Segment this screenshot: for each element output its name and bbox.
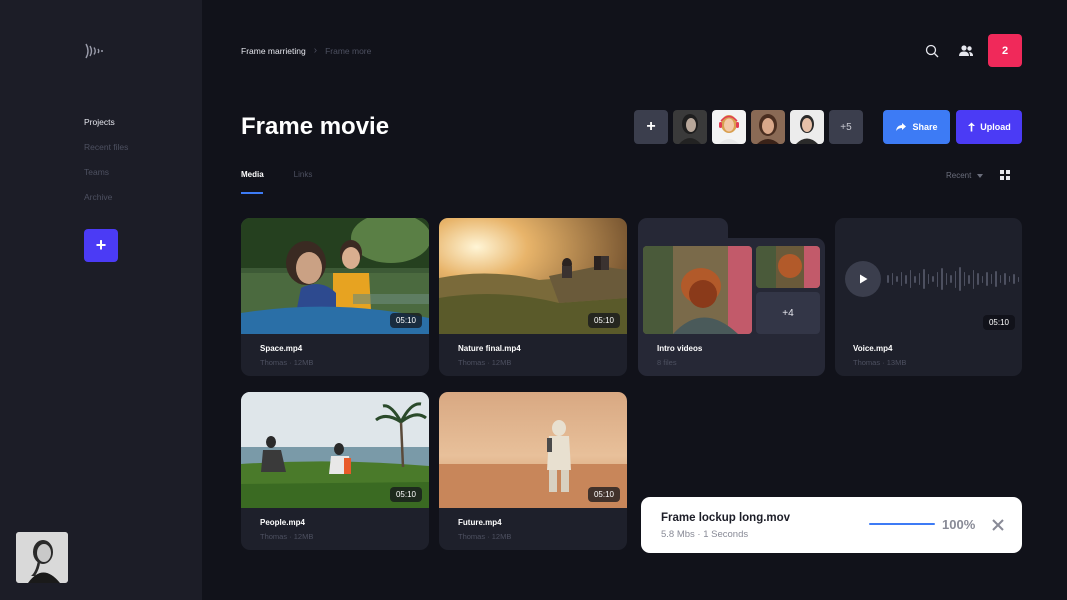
upload-filename: Frame lockup long.mov: [661, 512, 791, 524]
search-button[interactable]: [915, 34, 949, 67]
collaborator-avatar[interactable]: [673, 110, 707, 144]
folder-name: Intro videos: [657, 344, 703, 353]
audio-card[interactable]: 05:10 Voice.mp4 Thomas · 13MB: [835, 218, 1022, 376]
collaborator-avatar[interactable]: [712, 110, 746, 144]
grid-view-icon[interactable]: [1000, 170, 1010, 180]
add-collaborator-button[interactable]: +: [634, 110, 668, 144]
duration-badge: 05:10: [389, 313, 422, 328]
user-avatar[interactable]: [16, 532, 68, 583]
chevron-right-icon: ›: [313, 45, 318, 56]
folder-card[interactable]: +4 Intro videos 8 files: [638, 218, 825, 376]
breadcrumb-item[interactable]: Frame marrieting: [241, 46, 306, 56]
tab-links[interactable]: Links: [294, 170, 313, 194]
page-title: Frame movie: [241, 113, 390, 140]
play-button[interactable]: [845, 261, 881, 297]
media-meta: Thomas · 12MB: [458, 358, 512, 367]
video-thumbnail: 05:10: [439, 392, 627, 508]
media-name: Space.mp4: [260, 344, 303, 353]
folder-more-count: +4: [756, 292, 820, 334]
upload-label: Upload: [980, 122, 1011, 132]
media-meta: Thomas · 12MB: [260, 358, 314, 367]
media-card[interactable]: 05:10 Space.mp4 Thomas · 12MB: [241, 218, 429, 376]
header-actions: 2: [915, 34, 1022, 67]
media-name: Nature final.mp4: [458, 344, 521, 353]
collaborator-avatar[interactable]: [751, 110, 785, 144]
sidebar-nav: Projects Recent files Teams Archive: [84, 117, 128, 217]
media-meta: Thomas · 13MB: [853, 358, 907, 367]
sort-label: Recent: [946, 171, 972, 180]
more-collaborators-button[interactable]: +5: [829, 110, 863, 144]
users-button[interactable]: [949, 34, 983, 67]
collaborator-avatar[interactable]: [790, 110, 824, 144]
duration-badge: 05:10: [587, 313, 620, 328]
upload-progress-toast: Frame lockup long.mov 5.8 Mbs · 1 Second…: [641, 497, 1022, 553]
sidebar-item-recent-files[interactable]: Recent files: [84, 142, 128, 167]
upload-button[interactable]: Upload: [956, 110, 1022, 144]
upload-percent: 100%: [942, 517, 976, 532]
folder-thumbnail: [643, 246, 752, 334]
tab-media[interactable]: Media: [241, 170, 264, 194]
sidebar-item-projects[interactable]: Projects: [84, 117, 128, 142]
media-meta: Thomas · 12MB: [458, 532, 512, 541]
media-name: People.mp4: [260, 518, 305, 527]
add-project-button[interactable]: +: [84, 229, 118, 262]
media-card[interactable]: 05:10 Nature final.mp4 Thomas · 12MB: [439, 218, 627, 376]
folder-meta: 8 files: [657, 358, 677, 367]
share-label: Share: [912, 122, 938, 132]
caret-down-icon: [977, 173, 984, 178]
notification-badge[interactable]: 2: [988, 34, 1022, 67]
breadcrumb: Frame marrieting › Frame more: [241, 45, 371, 56]
sidebar: Projects Recent files Teams Archive +: [0, 0, 202, 600]
duration-badge: 05:10: [982, 315, 1015, 330]
duration-badge: 05:10: [587, 487, 620, 502]
media-card[interactable]: 05:10 Future.mp4 Thomas · 12MB: [439, 392, 627, 550]
search-icon: [925, 44, 939, 57]
sidebar-item-teams[interactable]: Teams: [84, 167, 128, 192]
arrow-up-icon: [968, 122, 976, 132]
play-icon: [859, 274, 867, 284]
video-thumbnail: 05:10: [241, 392, 429, 508]
share-button[interactable]: Share: [883, 110, 950, 144]
logo-icon[interactable]: [84, 42, 104, 60]
collaborators: + +5: [634, 110, 863, 144]
upload-progress-bar: [869, 523, 935, 525]
video-thumbnail: 05:10: [439, 218, 627, 334]
video-thumbnail: 05:10: [241, 218, 429, 334]
close-icon[interactable]: [989, 516, 1007, 534]
sort-dropdown[interactable]: Recent: [946, 171, 984, 180]
folder-thumbnail: [756, 246, 820, 288]
upload-info: 5.8 Mbs · 1 Seconds: [661, 529, 749, 540]
users-icon: [959, 44, 973, 56]
media-meta: Thomas · 12MB: [260, 532, 314, 541]
media-card[interactable]: 05:10 People.mp4 Thomas · 12MB: [241, 392, 429, 550]
audio-waveform: [887, 265, 1019, 293]
duration-badge: 05:10: [389, 487, 422, 502]
share-icon: [896, 123, 907, 131]
media-tabs: Media Links: [241, 170, 312, 194]
breadcrumb-item[interactable]: Frame more: [325, 46, 371, 56]
media-name: Voice.mp4: [853, 344, 893, 353]
media-name: Future.mp4: [458, 518, 502, 527]
sidebar-item-archive[interactable]: Archive: [84, 192, 128, 217]
